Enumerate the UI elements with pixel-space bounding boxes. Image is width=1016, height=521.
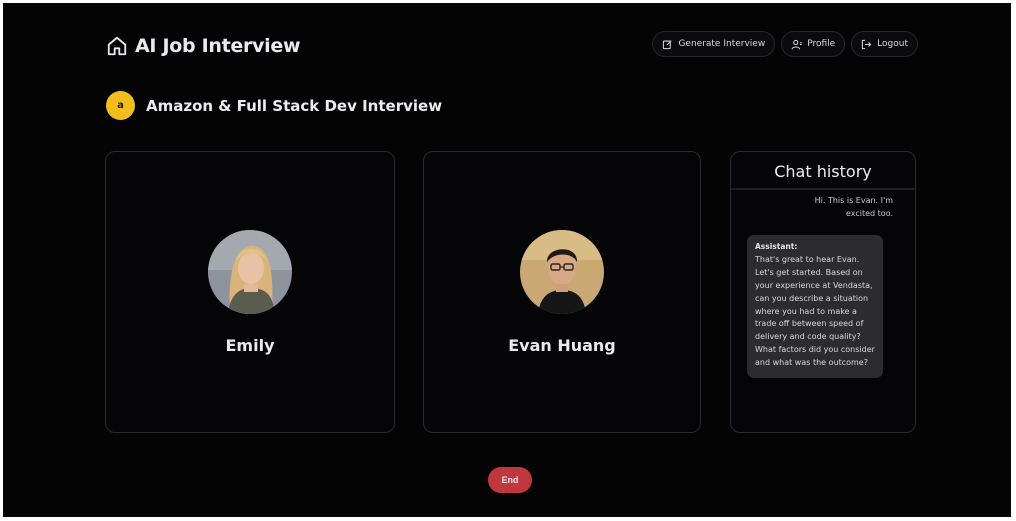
profile-label: Profile	[807, 39, 836, 49]
user-name: Evan Huang	[508, 336, 616, 355]
assistant-message-bubble: Assistant: That's great to hear Evan. Le…	[747, 235, 883, 379]
company-logo: a	[106, 91, 135, 120]
assistant-label: Assistant:	[755, 242, 798, 251]
user-icon	[791, 39, 802, 49]
interview-title: Amazon & Full Stack Dev Interview	[146, 96, 443, 115]
user-card: Evan Huang	[423, 151, 701, 433]
nav-buttons: Generate Interview Profile Logout	[652, 31, 918, 57]
company-logo-letter: a	[117, 100, 124, 111]
logout-icon	[862, 39, 872, 49]
app-window: AI Job Interview Generate Interview Prof…	[3, 3, 1011, 517]
user-message: Hi. This is Evan. I'm excited too.	[814, 196, 893, 218]
assistant-message: That's great to hear Evan. Let's get sta…	[755, 254, 875, 368]
generate-interview-label: Generate Interview	[678, 39, 766, 49]
end-interview-button[interactable]: End	[488, 467, 532, 493]
chat-history-panel[interactable]: Chat history Hi. This is Evan. I'm excit…	[730, 151, 916, 433]
ai-avatar	[208, 230, 292, 314]
generate-interview-button[interactable]: Generate Interview	[652, 31, 776, 57]
user-avatar-image	[520, 230, 604, 314]
logout-button[interactable]: Logout	[851, 31, 918, 57]
user-avatar	[520, 230, 604, 314]
edit-icon	[663, 39, 673, 49]
profile-button[interactable]: Profile	[781, 31, 846, 57]
interview-header: a Amazon & Full Stack Dev Interview	[106, 91, 442, 120]
chat-history-title: Chat history	[731, 152, 915, 190]
app-title: AI Job Interview	[135, 35, 301, 57]
logout-label: Logout	[877, 39, 908, 49]
brand[interactable]: AI Job Interview	[106, 31, 301, 61]
ai-avatar-image	[208, 230, 292, 314]
ai-name: Emily	[225, 336, 275, 355]
top-bar: AI Job Interview Generate Interview Prof…	[106, 31, 918, 61]
ai-interviewer-card: Emily	[105, 151, 395, 433]
home-icon	[107, 36, 127, 56]
